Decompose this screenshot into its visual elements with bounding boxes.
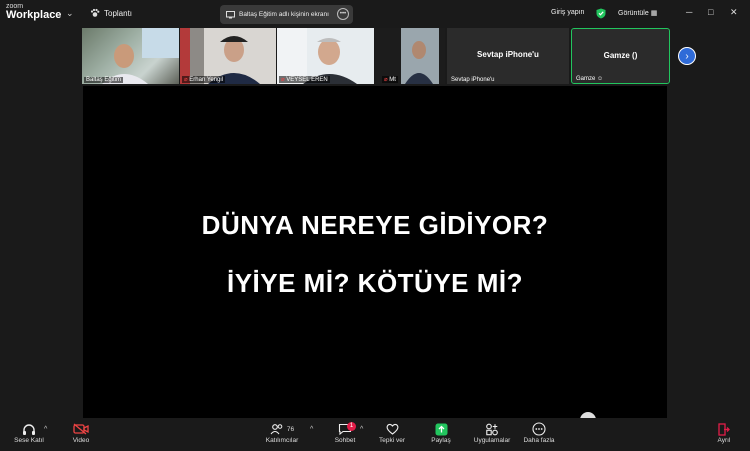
slide-line-2: İYİYE Mİ? KÖTÜYE Mİ?	[226, 268, 523, 298]
participants-label: Katılımcılar	[265, 437, 299, 444]
participant-tile[interactable]: ⌀ VEYSEL EREN	[277, 28, 374, 84]
slide-line-1: DÜNYA NEREYE GİDİYOR?	[201, 210, 549, 240]
participant-name: Sevtap iPhone'u	[451, 77, 495, 83]
mic-muted-icon: ⌀	[384, 77, 388, 83]
participant-strip: Baltaş Eğitim ⌀ Erhan Yengil ⌀ VEYSEL ER…	[80, 28, 672, 85]
meeting-label: Toplantı	[104, 8, 133, 18]
app-logo: zoom Workplace	[6, 3, 61, 21]
participant-name: ⌀ Mt	[382, 76, 398, 83]
participant-video	[102, 28, 179, 84]
maximize-button[interactable]: □	[708, 7, 713, 17]
chevron-right-icon: ›	[685, 51, 689, 62]
title-bar: zoom Workplace ⌄ Toplantı Baltaş Eğitim …	[0, 0, 750, 28]
emoji-icon: ☺	[597, 76, 604, 82]
people-icon	[270, 424, 283, 435]
leave-button[interactable]: Ayrıl	[712, 421, 736, 444]
chat-options-caret[interactable]: ^	[360, 426, 363, 433]
participants-count: 76	[286, 425, 295, 433]
audio-label: Sese Katıl	[14, 437, 44, 444]
participant-tile[interactable]: ⌀ Mt	[375, 28, 445, 84]
screen-share-indicator[interactable]: Baltaş Eğitim adlı kişinin ekranı •••	[220, 5, 353, 24]
join-audio-button[interactable]: Sese Katıl	[12, 421, 46, 444]
heart-icon	[386, 423, 398, 435]
apps-label: Uygulamalar	[473, 437, 511, 444]
shield-icon[interactable]	[596, 8, 606, 19]
share-label: Paylaş	[431, 437, 451, 444]
more-icon	[532, 422, 546, 436]
audio-options-caret[interactable]: ^	[44, 426, 47, 433]
participant-tile[interactable]: Baltaş Eğitim	[82, 28, 179, 84]
chevron-down-icon[interactable]: ⌄	[66, 8, 74, 19]
more-label: Daha fazla	[523, 437, 555, 444]
close-button[interactable]: ✕	[730, 7, 738, 18]
chat-unread-badge: 1	[347, 422, 356, 431]
screen-icon	[226, 10, 235, 18]
meeting-toolbar: Sese Katıl ^ Video 76 Katılımcılar ^ Soh…	[0, 418, 750, 451]
apps-icon	[486, 423, 498, 435]
participant-tile[interactable]: ⌀ Erhan Yengil	[180, 28, 276, 84]
mic-muted-icon: ⌀	[281, 77, 285, 83]
meeting-menu[interactable]: Toplantı	[90, 8, 132, 18]
leave-icon	[718, 422, 730, 436]
grid-icon: ▦	[650, 10, 658, 17]
video-button[interactable]: Video	[66, 421, 96, 444]
paw-icon	[90, 8, 100, 17]
participants-options-caret[interactable]: ^	[310, 426, 313, 433]
view-label: Görüntüle	[618, 10, 649, 17]
leave-label: Ayrıl	[717, 437, 731, 444]
participant-name: ⌀ Erhan Yengil	[182, 76, 225, 83]
participant-name: ⌀ VEYSEL EREN	[279, 76, 330, 83]
participant-name: Baltaş Eğitim	[84, 77, 124, 83]
signin-link[interactable]: Giriş yapın	[551, 9, 584, 16]
more-options-icon[interactable]: •••	[337, 8, 349, 20]
participants-button[interactable]: 76 Katılımcılar	[262, 421, 302, 444]
video-label: Video	[72, 437, 90, 444]
share-screen-button[interactable]: Paylaş	[428, 421, 454, 444]
shared-screen: DÜNYA NEREYE GİDİYOR? İYİYE Mİ? KÖTÜYE M…	[83, 86, 667, 418]
participant-tile-active[interactable]: Gamze () Gamze ☺	[571, 28, 670, 84]
react-label: Tepki ver	[378, 437, 405, 444]
participant-name: Gamze ☺	[576, 76, 604, 82]
participant-display-name: Sevtap iPhone'u	[477, 50, 539, 59]
mic-muted-icon: ⌀	[184, 77, 188, 83]
share-label: Baltaş Eğitim adlı kişinin ekranı	[239, 11, 329, 18]
share-icon	[435, 423, 447, 435]
brand-big: Workplace	[6, 9, 62, 21]
view-menu[interactable]: Görüntüle ▦	[618, 9, 657, 17]
next-page-button[interactable]: ›	[678, 47, 696, 65]
chat-label: Sohbet	[334, 437, 356, 444]
minimize-button[interactable]: ─	[686, 7, 692, 17]
react-button[interactable]: Tepki ver	[376, 421, 408, 444]
video-off-icon	[73, 423, 89, 435]
participant-tile[interactable]: Sevtap iPhone'u Sevtap iPhone'u	[447, 28, 569, 84]
participant-display-name: Gamze ()	[603, 51, 638, 60]
headphones-icon	[23, 423, 35, 435]
apps-button[interactable]: Uygulamalar	[470, 421, 514, 444]
more-button[interactable]: Daha fazla	[522, 421, 556, 444]
